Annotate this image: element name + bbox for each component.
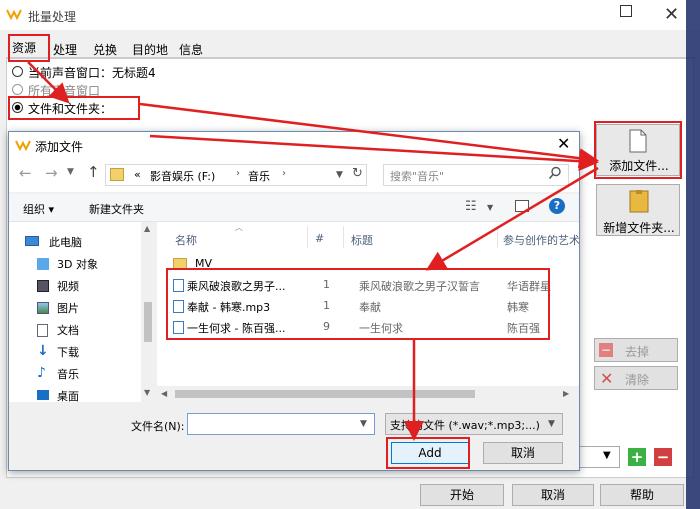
arrow-dialog-to-add-file bbox=[149, 134, 599, 172]
arrow-add-file-to-list bbox=[425, 166, 599, 271]
annotation-arrows bbox=[27, 61, 599, 441]
arrow-radio-to-add-file bbox=[139, 102, 599, 169]
arrow-tab-to-radio bbox=[27, 61, 70, 104]
